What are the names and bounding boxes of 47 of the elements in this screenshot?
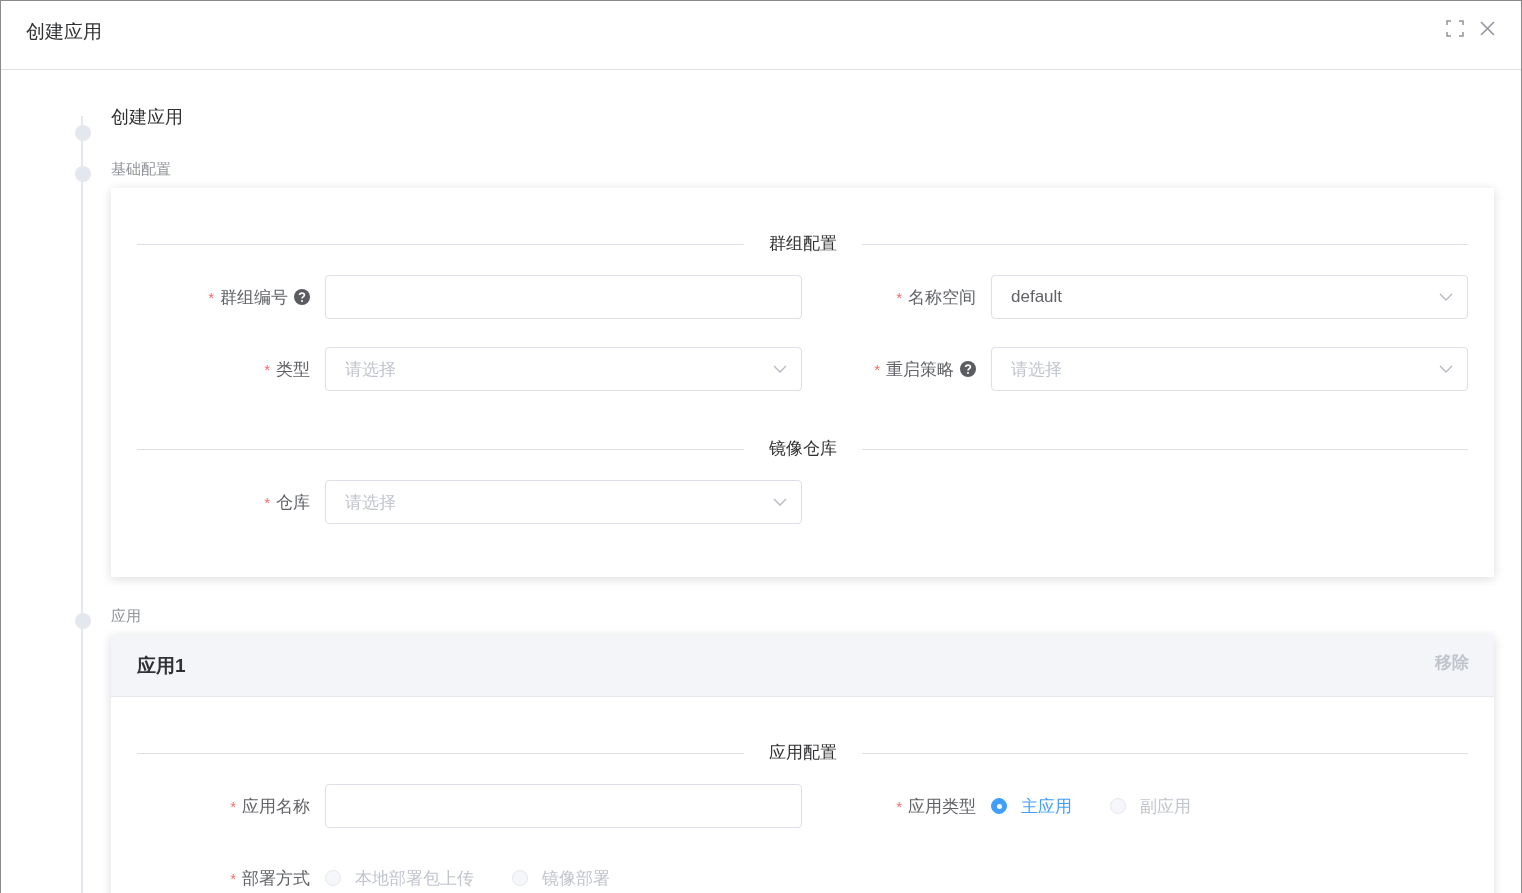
step-label: 应用 [111, 606, 142, 626]
field-label: 类型 [276, 358, 310, 381]
step-dot-icon [75, 124, 91, 141]
select-field[interactable]: 请选择 [991, 347, 1468, 391]
step-title: 创建应用 [111, 106, 184, 128]
section-heading: 群组配置 [768, 233, 837, 255]
select-value: default [1011, 287, 1064, 307]
fullscreen-icon[interactable] [1446, 19, 1464, 37]
required-mark: * [896, 288, 902, 306]
radio-label[interactable]: 主应用 [1021, 794, 1072, 818]
chevron-down-icon [773, 498, 787, 506]
help-icon[interactable] [294, 289, 310, 305]
field-label: 群组编号 [220, 286, 288, 309]
chevron-down-icon [773, 365, 787, 373]
field-label: 仓库 [276, 491, 310, 514]
select-placeholder: 请选择 [345, 358, 397, 381]
text-input-field[interactable] [325, 275, 802, 319]
select-field[interactable]: 请选择 [325, 347, 802, 391]
close-icon[interactable] [1480, 20, 1495, 36]
select-field[interactable]: default [991, 275, 1468, 319]
field-label: 应用名称 [242, 795, 310, 818]
field-label: 应用类型 [908, 795, 976, 818]
step-dot-icon [75, 612, 91, 629]
chevron-down-icon [1439, 293, 1453, 301]
help-icon[interactable] [960, 361, 976, 377]
step-label: 基础配置 [111, 159, 172, 179]
field-label: 部署方式 [242, 867, 310, 890]
required-mark: * [896, 797, 902, 815]
field-label: 名称空间 [908, 286, 976, 309]
required-mark: * [230, 797, 236, 815]
required-mark: * [264, 493, 270, 511]
dialog-title: 创建应用 [26, 20, 103, 44]
field-label: 重启策略 [886, 358, 954, 381]
required-mark: * [264, 360, 270, 378]
section-heading: 镜像仓库 [768, 438, 837, 460]
card-title: 应用1 [137, 653, 186, 678]
select-placeholder: 请选择 [345, 491, 397, 514]
radio-button[interactable] [991, 798, 1007, 814]
step-dot-icon [75, 165, 91, 182]
required-mark: * [230, 869, 236, 887]
chevron-down-icon [1439, 365, 1453, 373]
required-mark: * [874, 360, 880, 378]
select-field[interactable]: 请选择 [325, 480, 802, 524]
select-placeholder: 请选择 [1011, 358, 1063, 381]
required-mark: * [208, 288, 214, 306]
section-heading: 应用配置 [768, 742, 837, 764]
text-input-field[interactable] [325, 784, 802, 828]
